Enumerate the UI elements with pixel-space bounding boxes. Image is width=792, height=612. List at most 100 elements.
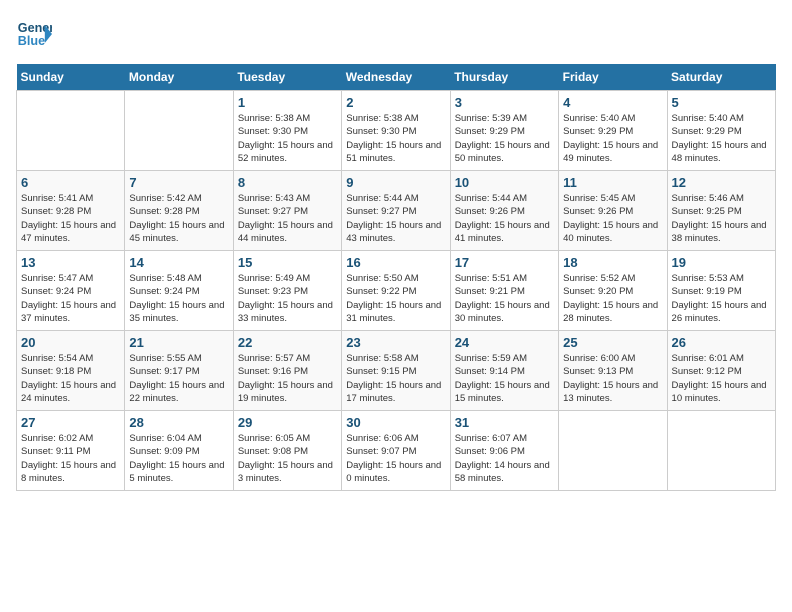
day-cell: 25Sunrise: 6:00 AMSunset: 9:13 PMDayligh… xyxy=(559,331,667,411)
day-info: Sunrise: 5:38 AMSunset: 9:30 PMDaylight:… xyxy=(346,112,445,165)
day-number: 14 xyxy=(129,255,228,270)
week-row-4: 20 Sunrise: 5:54 AMSunset: 9:18 PMDayligh… xyxy=(17,331,776,411)
day-number: 23 xyxy=(346,335,445,350)
weekday-header-row: SundayMondayTuesdayWednesdayThursdayFrid… xyxy=(17,64,776,91)
day-cell: 6 Sunrise: 5:41 AMSunset: 9:28 PMDaylight… xyxy=(17,171,125,251)
day-number: 11 xyxy=(563,175,662,190)
day-cell: 22 Sunrise: 5:57 AMSunset: 9:16 PMDayligh… xyxy=(233,331,341,411)
day-info: Sunrise: 5:59 AMSunset: 9:14 PMDaylight:… xyxy=(455,352,554,405)
day-info: Sunrise: 5:50 AMSunset: 9:22 PMDaylight:… xyxy=(346,272,445,325)
day-number: 24 xyxy=(455,335,554,350)
weekday-header-saturday: Saturday xyxy=(667,64,775,91)
logo: General Blue xyxy=(16,16,52,52)
day-cell: 30Sunrise: 6:06 AMSunset: 9:07 PMDayligh… xyxy=(342,411,450,491)
day-cell: 15Sunrise: 5:49 AMSunset: 9:23 PMDayligh… xyxy=(233,251,341,331)
day-number: 21 xyxy=(129,335,228,350)
day-info: Sunrise: 6:06 AMSunset: 9:07 PMDaylight:… xyxy=(346,432,445,485)
day-cell: 23 Sunrise: 5:58 AMSunset: 9:15 PMDayligh… xyxy=(342,331,450,411)
day-cell: 12Sunrise: 5:46 AMSunset: 9:25 PMDayligh… xyxy=(667,171,775,251)
day-cell: 4 Sunrise: 5:40 AMSunset: 9:29 PMDaylight… xyxy=(559,91,667,171)
day-number: 16 xyxy=(346,255,445,270)
day-cell: 13 Sunrise: 5:47 AMSunset: 9:24 PMDayligh… xyxy=(17,251,125,331)
day-info: Sunrise: 5:39 AMSunset: 9:29 PMDaylight:… xyxy=(455,112,554,165)
day-info: Sunrise: 5:41 AMSunset: 9:28 PMDaylight:… xyxy=(21,192,120,245)
day-number: 22 xyxy=(238,335,337,350)
day-number: 2 xyxy=(346,95,445,110)
day-info: Sunrise: 5:57 AMSunset: 9:16 PMDaylight:… xyxy=(238,352,337,405)
page-header: General Blue xyxy=(16,16,776,52)
week-row-1: 1Sunrise: 5:38 AMSunset: 9:30 PMDaylight… xyxy=(17,91,776,171)
day-cell: 18 Sunrise: 5:52 AMSunset: 9:20 PMDayligh… xyxy=(559,251,667,331)
svg-text:Blue: Blue xyxy=(18,34,45,48)
day-cell: 21 Sunrise: 5:55 AMSunset: 9:17 PMDayligh… xyxy=(125,331,233,411)
day-number: 26 xyxy=(672,335,771,350)
day-number: 3 xyxy=(455,95,554,110)
day-number: 15 xyxy=(238,255,337,270)
day-info: Sunrise: 6:04 AMSunset: 9:09 PMDaylight:… xyxy=(129,432,228,485)
day-info: Sunrise: 5:54 AMSunset: 9:18 PMDaylight:… xyxy=(21,352,120,405)
day-number: 29 xyxy=(238,415,337,430)
day-cell: 9 Sunrise: 5:44 AMSunset: 9:27 PMDaylight… xyxy=(342,171,450,251)
day-info: Sunrise: 5:40 AMSunset: 9:29 PMDaylight:… xyxy=(563,112,662,165)
day-number: 13 xyxy=(21,255,120,270)
day-number: 4 xyxy=(563,95,662,110)
day-number: 12 xyxy=(672,175,771,190)
day-info: Sunrise: 5:38 AMSunset: 9:30 PMDaylight:… xyxy=(238,112,337,165)
day-number: 20 xyxy=(21,335,120,350)
weekday-header-sunday: Sunday xyxy=(17,64,125,91)
day-number: 5 xyxy=(672,95,771,110)
day-number: 8 xyxy=(238,175,337,190)
day-number: 6 xyxy=(21,175,120,190)
day-info: Sunrise: 6:05 AMSunset: 9:08 PMDaylight:… xyxy=(238,432,337,485)
day-cell: 26 Sunrise: 6:01 AMSunset: 9:12 PMDayligh… xyxy=(667,331,775,411)
day-cell: 28 Sunrise: 6:04 AMSunset: 9:09 PMDayligh… xyxy=(125,411,233,491)
day-info: Sunrise: 6:01 AMSunset: 9:12 PMDaylight:… xyxy=(672,352,771,405)
day-info: Sunrise: 5:44 AMSunset: 9:27 PMDaylight:… xyxy=(346,192,445,245)
day-number: 7 xyxy=(129,175,228,190)
day-info: Sunrise: 5:44 AMSunset: 9:26 PMDaylight:… xyxy=(455,192,554,245)
calendar-table: SundayMondayTuesdayWednesdayThursdayFrid… xyxy=(16,64,776,491)
day-info: Sunrise: 5:42 AMSunset: 9:28 PMDaylight:… xyxy=(129,192,228,245)
day-number: 31 xyxy=(455,415,554,430)
week-row-2: 6 Sunrise: 5:41 AMSunset: 9:28 PMDaylight… xyxy=(17,171,776,251)
day-number: 9 xyxy=(346,175,445,190)
day-info: Sunrise: 5:53 AMSunset: 9:19 PMDaylight:… xyxy=(672,272,771,325)
day-info: Sunrise: 5:52 AMSunset: 9:20 PMDaylight:… xyxy=(563,272,662,325)
day-cell: 1Sunrise: 5:38 AMSunset: 9:30 PMDaylight… xyxy=(233,91,341,171)
day-info: Sunrise: 5:40 AMSunset: 9:29 PMDaylight:… xyxy=(672,112,771,165)
day-info: Sunrise: 6:00 AMSunset: 9:13 PMDaylight:… xyxy=(563,352,662,405)
day-cell xyxy=(667,411,775,491)
week-row-5: 27Sunrise: 6:02 AMSunset: 9:11 PMDayligh… xyxy=(17,411,776,491)
logo-icon: General Blue xyxy=(16,16,52,52)
day-number: 19 xyxy=(672,255,771,270)
day-cell: 16 Sunrise: 5:50 AMSunset: 9:22 PMDayligh… xyxy=(342,251,450,331)
day-cell: 19 Sunrise: 5:53 AMSunset: 9:19 PMDayligh… xyxy=(667,251,775,331)
day-cell: 3 Sunrise: 5:39 AMSunset: 9:29 PMDaylight… xyxy=(450,91,558,171)
day-cell: 17 Sunrise: 5:51 AMSunset: 9:21 PMDayligh… xyxy=(450,251,558,331)
day-number: 27 xyxy=(21,415,120,430)
day-info: Sunrise: 5:55 AMSunset: 9:17 PMDaylight:… xyxy=(129,352,228,405)
day-cell xyxy=(559,411,667,491)
day-number: 28 xyxy=(129,415,228,430)
day-number: 10 xyxy=(455,175,554,190)
weekday-header-tuesday: Tuesday xyxy=(233,64,341,91)
day-cell: 11 Sunrise: 5:45 AMSunset: 9:26 PMDayligh… xyxy=(559,171,667,251)
day-cell: 27Sunrise: 6:02 AMSunset: 9:11 PMDayligh… xyxy=(17,411,125,491)
day-info: Sunrise: 5:45 AMSunset: 9:26 PMDaylight:… xyxy=(563,192,662,245)
day-cell: 2 Sunrise: 5:38 AMSunset: 9:30 PMDaylight… xyxy=(342,91,450,171)
day-cell: 31Sunrise: 6:07 AMSunset: 9:06 PMDayligh… xyxy=(450,411,558,491)
day-info: Sunrise: 5:47 AMSunset: 9:24 PMDaylight:… xyxy=(21,272,120,325)
day-info: Sunrise: 5:51 AMSunset: 9:21 PMDaylight:… xyxy=(455,272,554,325)
weekday-header-thursday: Thursday xyxy=(450,64,558,91)
day-number: 17 xyxy=(455,255,554,270)
day-cell: 24 Sunrise: 5:59 AMSunset: 9:14 PMDayligh… xyxy=(450,331,558,411)
week-row-3: 13 Sunrise: 5:47 AMSunset: 9:24 PMDayligh… xyxy=(17,251,776,331)
day-number: 18 xyxy=(563,255,662,270)
day-cell xyxy=(17,91,125,171)
day-cell xyxy=(125,91,233,171)
weekday-header-wednesday: Wednesday xyxy=(342,64,450,91)
day-cell: 7 Sunrise: 5:42 AMSunset: 9:28 PMDaylight… xyxy=(125,171,233,251)
day-cell: 5 Sunrise: 5:40 AMSunset: 9:29 PMDaylight… xyxy=(667,91,775,171)
day-info: Sunrise: 5:58 AMSunset: 9:15 PMDaylight:… xyxy=(346,352,445,405)
weekday-header-monday: Monday xyxy=(125,64,233,91)
